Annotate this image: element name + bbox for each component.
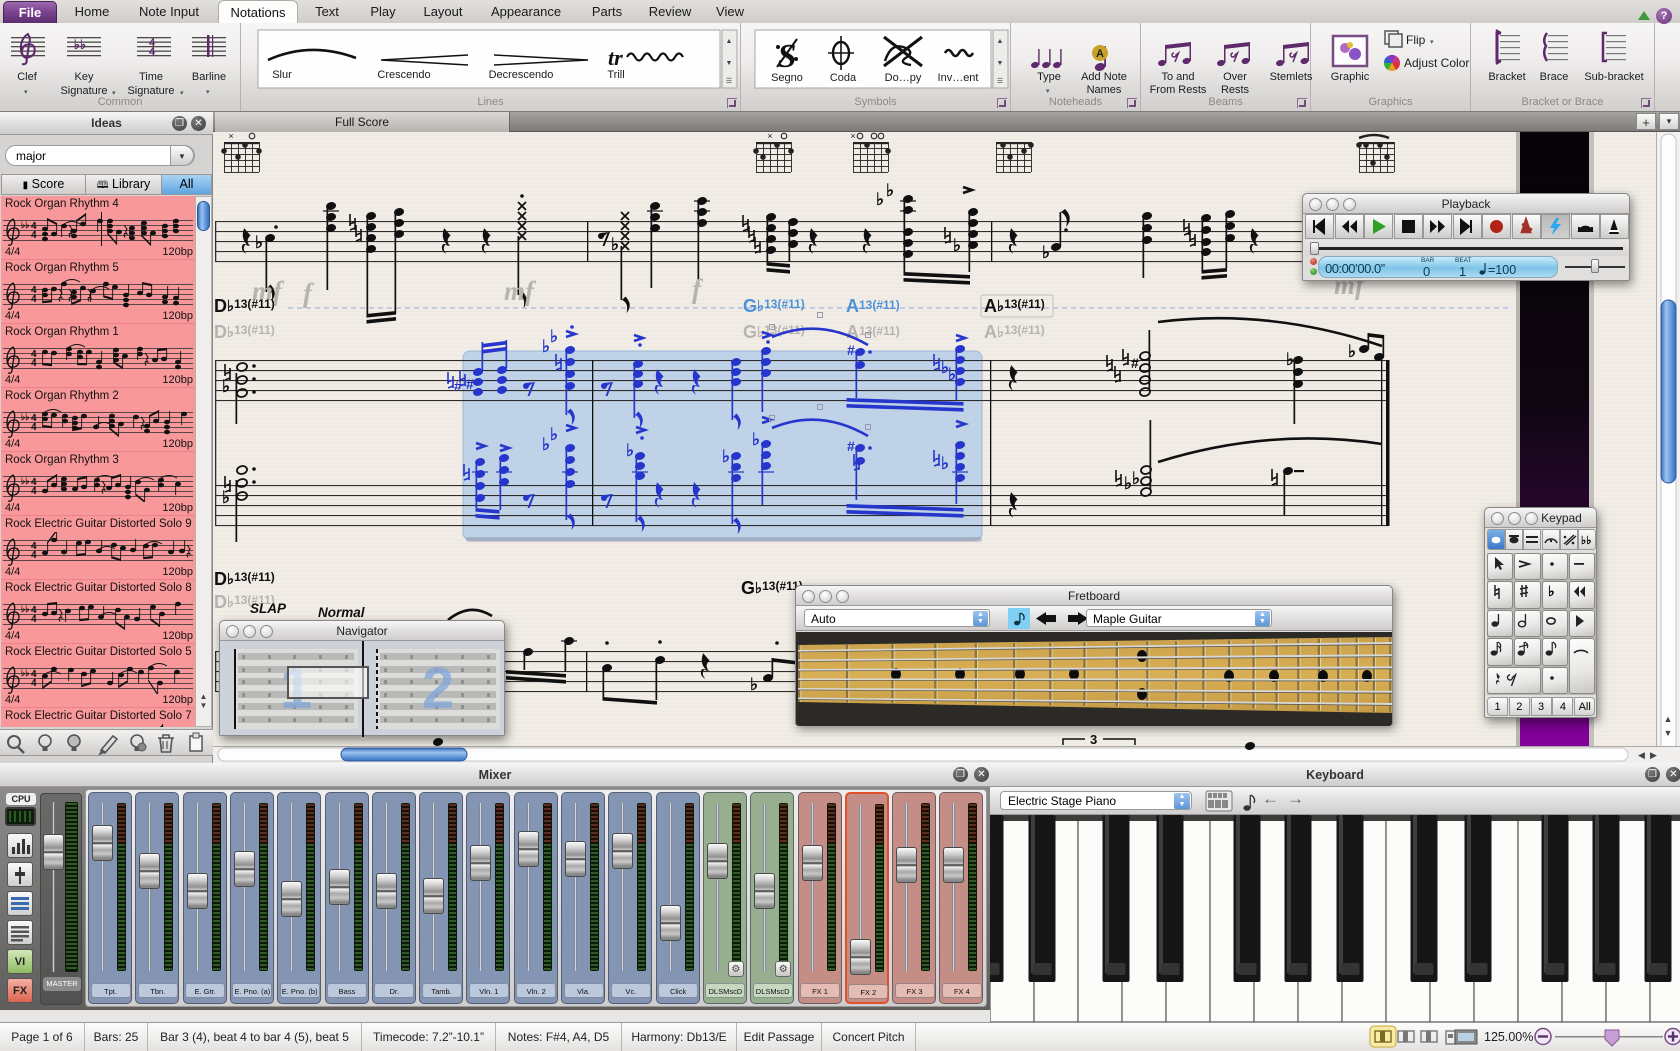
svg-text:Signature: Signature [127,85,174,97]
svg-text:A: A [1096,48,1104,60]
svg-text:♭: ♭ [1548,585,1555,600]
svg-text:▲: ▲ [726,38,733,45]
svg-text:♭: ♭ [1286,350,1294,369]
svg-text:☰: ☰ [726,78,732,85]
svg-text:Trill: Trill [607,69,624,81]
svg-text:Segno: Segno [771,72,803,84]
svg-text:♭: ♭ [550,327,558,346]
svg-text:tr: tr [608,45,623,70]
svg-text:♭: ♭ [953,236,961,255]
svg-text:Sub-bracket: Sub-bracket [1584,71,1643,83]
svg-text:▾: ▾ [1046,88,1050,95]
svg-text:4: 4 [31,230,37,241]
svg-text:♭: ♭ [750,675,758,694]
svg-text:Inv…ent: Inv…ent [938,72,979,84]
svg-text:♭: ♭ [1348,342,1356,361]
svg-text:×: × [850,131,855,141]
svg-text:Barline: Barline [192,71,226,83]
svg-text:♭: ♭ [542,435,550,454]
svg-text:Crescendo: Crescendo [377,69,430,81]
svg-text:Names: Names [1087,84,1122,96]
svg-text:♭♭: ♭♭ [1581,535,1591,547]
svg-text:♭: ♭ [222,488,230,507]
svg-text:Over: Over [1223,71,1247,83]
svg-text:♭: ♭ [760,455,768,474]
svg-text:SLAP: SLAP [250,601,287,616]
svg-text:♭: ♭ [886,181,894,200]
svg-text:Graphic: Graphic [1331,71,1370,83]
svg-text:▲: ▲ [1664,714,1673,724]
svg-text:Coda: Coda [830,72,857,84]
svg-text:4: 4 [31,294,37,305]
svg-text:♭: ♭ [1042,243,1050,262]
svg-text:#: # [466,376,474,392]
svg-text:Decrescendo: Decrescendo [489,69,554,81]
svg-text:3: 3 [1090,732,1097,747]
svg-text:♭: ♭ [222,377,230,396]
svg-text:Do…py: Do…py [885,72,922,84]
svg-text:Normal: Normal [318,605,365,620]
svg-text:▾: ▾ [180,90,184,97]
svg-text:Add Note: Add Note [1081,71,1127,83]
svg-text:Signature: Signature [60,85,107,97]
svg-text:♭: ♭ [542,337,550,356]
svg-text:♭♭: ♭♭ [21,476,30,486]
svg-text:♭♭: ♭♭ [21,412,30,422]
svg-text:#: # [1131,355,1139,371]
svg-text:#: # [847,438,855,454]
svg-text:▲: ▲ [997,38,1004,45]
svg-text:Flip: Flip [1406,33,1426,47]
svg-text:4: 4 [149,46,156,58]
svg-text:=100: =100 [1488,263,1516,276]
svg-text:▾: ▾ [206,89,210,96]
svg-text:▼: ▼ [726,60,733,67]
svg-text:♭: ♭ [941,454,949,473]
svg-text:Key: Key [75,71,94,83]
svg-text:▾: ▾ [1430,39,1434,46]
svg-text:▼: ▼ [997,60,1004,67]
svg-text:Rests: Rests [1221,84,1250,96]
svg-text:4: 4 [31,486,37,497]
svg-text:Type: Type [1037,71,1061,83]
svg-text:♭♭: ♭♭ [21,604,30,614]
svg-text:From Rests: From Rests [1150,84,1207,96]
svg-text:Stemlets: Stemlets [1270,71,1313,83]
svg-text:♭: ♭ [948,365,956,384]
svg-text:Brace: Brace [1540,71,1569,83]
svg-text:♭: ♭ [722,447,730,466]
svg-text:♭: ♭ [752,430,760,449]
svg-text:4: 4 [31,550,37,561]
svg-text:♭♭: ♭♭ [74,37,86,52]
svg-text:♭: ♭ [255,233,263,252]
svg-text:♭: ♭ [1132,469,1140,488]
svg-text:4: 4 [31,422,37,433]
svg-text:To and: To and [1161,71,1194,83]
svg-text:♭: ♭ [611,235,619,254]
svg-text:4: 4 [31,678,37,689]
svg-text:♭: ♭ [550,425,558,444]
svg-text:▼: ▼ [1664,728,1673,738]
svg-text:Time: Time [139,71,163,83]
svg-text:4: 4 [31,614,37,625]
svg-text:♭♭: ♭♭ [21,220,30,230]
svg-text:#: # [847,342,855,358]
svg-text:Slur: Slur [272,69,292,81]
svg-text:×: × [228,131,233,141]
svg-text:Adjust Color: Adjust Color [1404,56,1469,70]
svg-text:♭: ♭ [626,441,634,460]
svg-text:125.00%: 125.00% [1484,1030,1533,1044]
svg-text:◀: ◀ [1638,750,1645,760]
svg-text:♭: ♭ [1124,474,1132,493]
svg-text:♭: ♭ [876,190,884,209]
svg-text:♭♭: ♭♭ [21,668,30,678]
svg-text:☰: ☰ [997,78,1003,85]
svg-text:4: 4 [31,358,37,369]
svg-text:Bracket: Bracket [1488,71,1525,83]
svg-text:mf: mf [504,276,537,306]
svg-text:Clef: Clef [17,71,38,83]
svg-text:▾: ▾ [112,90,116,97]
svg-text:▾: ▾ [24,89,28,96]
svg-text:▶: ▶ [1650,750,1657,760]
svg-text:×: × [767,131,772,141]
